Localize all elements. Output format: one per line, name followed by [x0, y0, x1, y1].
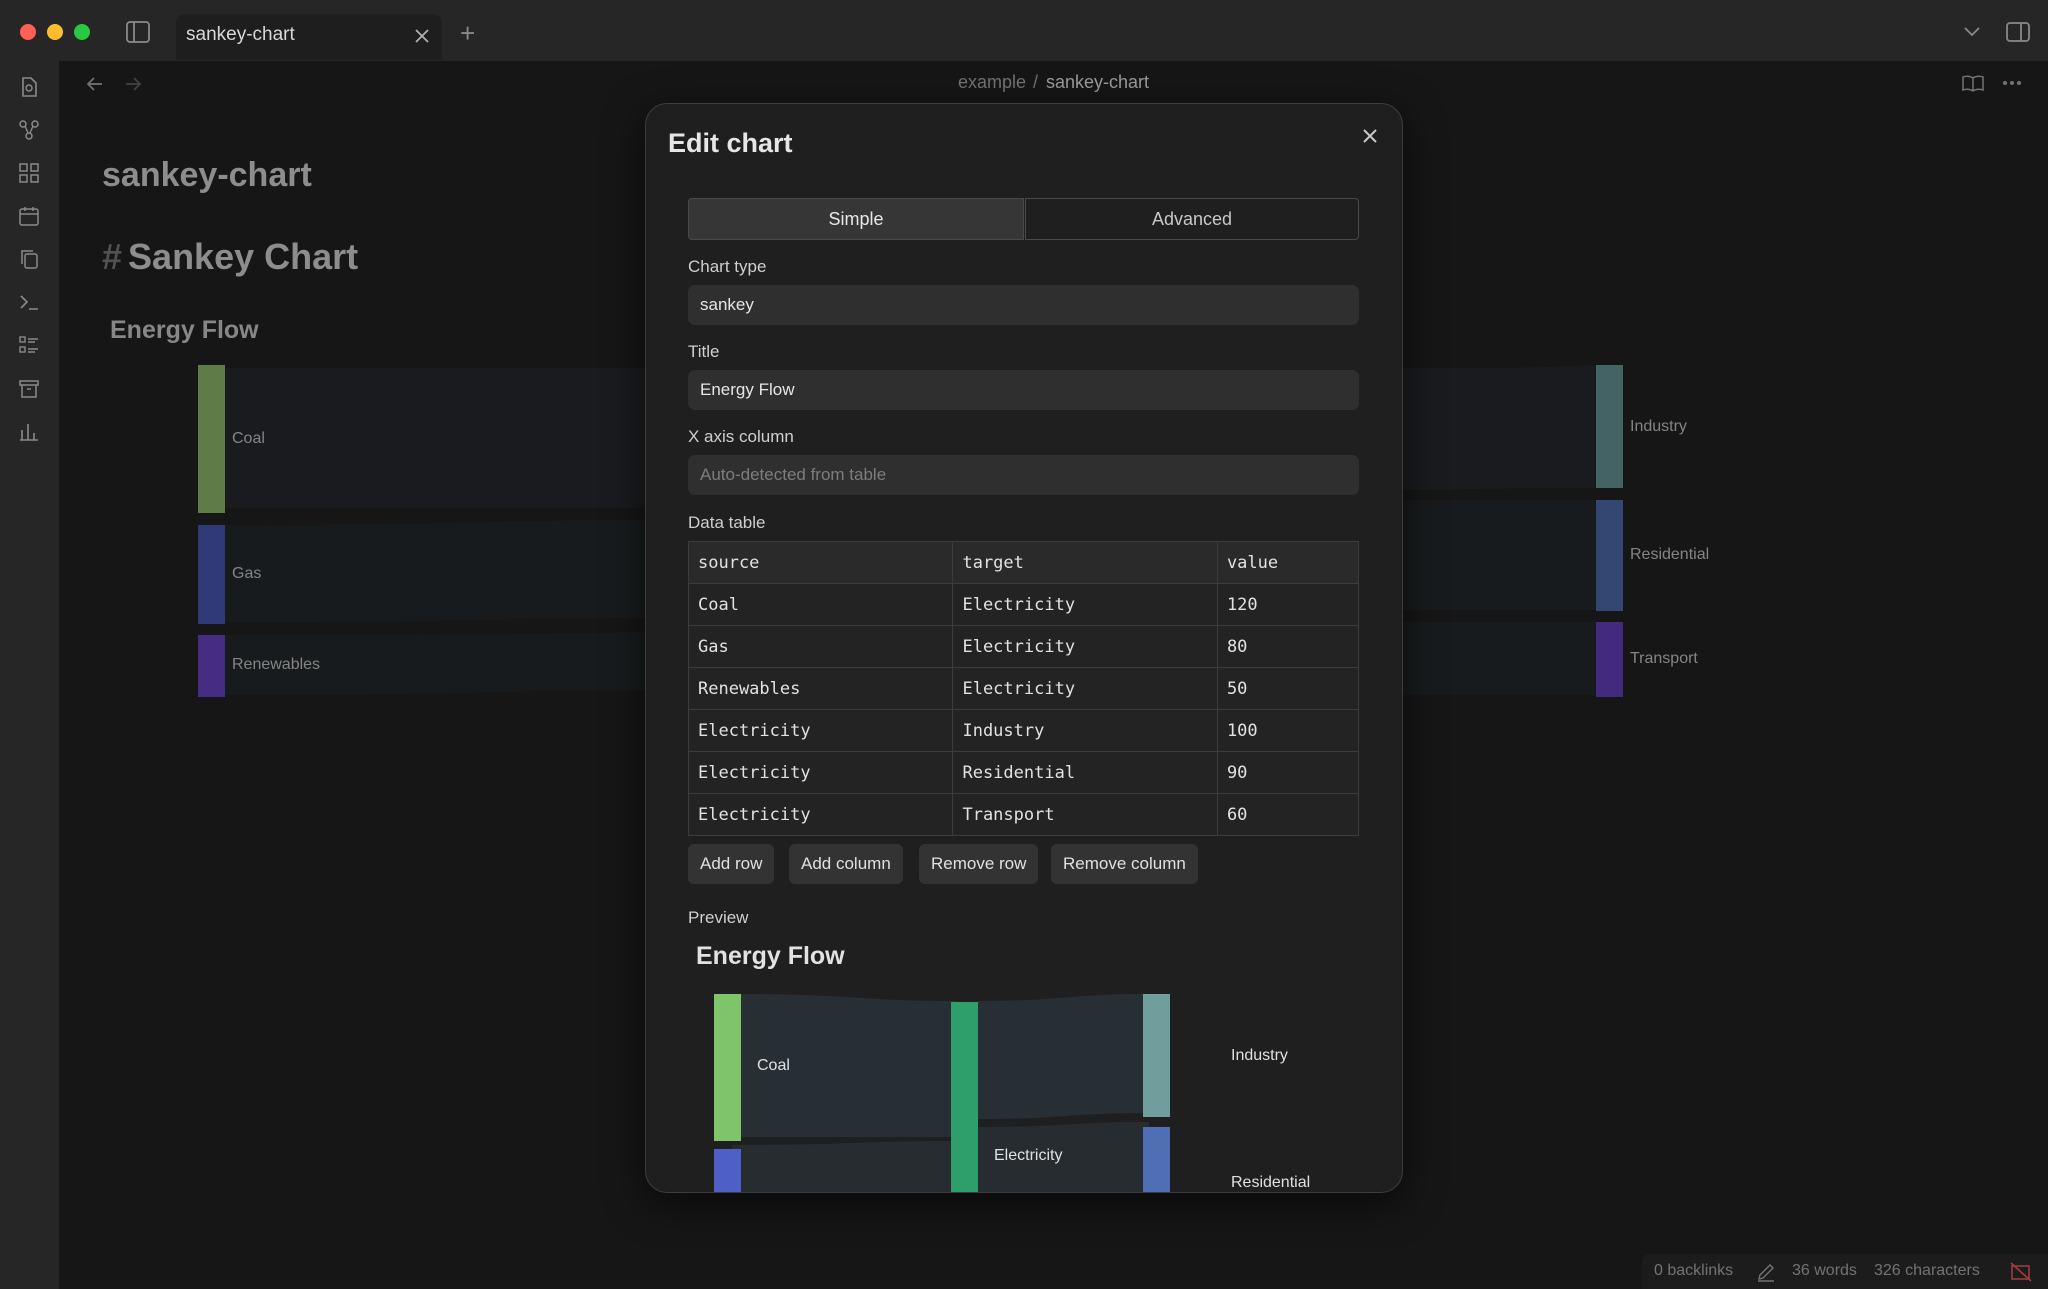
table-row: Electricity Industry 100	[687, 709, 1360, 752]
minimize-window-button[interactable]	[47, 24, 63, 40]
table-cell[interactable]: 120	[1216, 583, 1360, 626]
title-input[interactable]	[688, 370, 1359, 410]
graph-icon[interactable]	[18, 119, 40, 141]
remove-column-button[interactable]: Remove column	[1051, 844, 1198, 884]
table-cell[interactable]: Electricity	[687, 709, 954, 752]
close-window-button[interactable]	[20, 24, 36, 40]
add-column-button[interactable]: Add column	[789, 844, 903, 884]
preview-coal-node	[714, 994, 741, 1141]
table-row: Coal Electricity 120	[687, 583, 1360, 626]
title-label: Title	[688, 342, 720, 361]
table-cell[interactable]: Electricity	[687, 793, 954, 836]
copy-icon[interactable]	[18, 248, 40, 270]
table-cell[interactable]: 80	[1216, 625, 1360, 668]
list-icon[interactable]	[18, 334, 40, 356]
edit-chart-modal: Edit chart Simple Advanced Chart type Ti…	[645, 103, 1403, 1193]
data-table-label: Data table	[688, 513, 766, 532]
header-source[interactable]: source	[687, 541, 954, 584]
right-sidebar-toggle-icon[interactable]	[2006, 22, 2030, 42]
chart-type-input[interactable]	[688, 285, 1359, 325]
preview-label-residential: Residential	[1231, 1174, 1311, 1191]
preview-label-industry: Industry	[1231, 1047, 1288, 1064]
tab-simple[interactable]: Simple	[688, 198, 1024, 240]
terminal-icon[interactable]	[18, 291, 40, 313]
chart-type-label: Chart type	[688, 257, 767, 276]
x-axis-label: X axis column	[688, 427, 794, 446]
preview-label-electricity: Electricity	[994, 1147, 1063, 1164]
preview-label-coal: Coal	[757, 1057, 790, 1074]
close-icon[interactable]	[1356, 122, 1384, 150]
close-tab-icon[interactable]	[414, 28, 430, 44]
header-target[interactable]: target	[952, 541, 1218, 584]
table-cell[interactable]: Coal	[687, 583, 954, 626]
tab-advanced[interactable]: Advanced	[1025, 198, 1359, 240]
table-cell[interactable]: Transport	[952, 793, 1218, 836]
preview-residential-node	[1143, 1127, 1170, 1192]
calendar-icon[interactable]	[18, 205, 40, 227]
sidebar-toggle-icon[interactable]	[126, 21, 150, 43]
modal-title: Edit chart	[668, 128, 793, 158]
table-row: Renewables Electricity 50	[687, 667, 1360, 710]
preview-industry-node	[1143, 994, 1170, 1117]
data-table: source target value Coal Electricity 120 G…	[687, 541, 1360, 836]
table-cell[interactable]: Renewables	[687, 667, 954, 710]
table-header-row: source target value	[687, 541, 1360, 584]
table-row: Electricity Residential 90	[687, 751, 1360, 794]
table-cell[interactable]: 90	[1216, 751, 1360, 794]
left-ribbon	[0, 60, 59, 1289]
table-cell[interactable]: Residential	[952, 751, 1218, 794]
search-file-icon[interactable]	[18, 76, 40, 98]
add-row-button[interactable]: Add row	[688, 844, 775, 884]
table-row: Electricity Transport 60	[687, 793, 1360, 836]
table-cell[interactable]: Electricity	[952, 583, 1218, 626]
header-value[interactable]: value	[1216, 541, 1360, 584]
preview-electricity-node	[951, 1002, 978, 1192]
chevron-down-icon[interactable]	[1963, 26, 1981, 38]
preview-link-gas-electricity	[732, 1141, 957, 1192]
preview-chart-title: Energy Flow	[696, 942, 845, 970]
preview-gas-node	[714, 1149, 741, 1192]
table-cell[interactable]: 100	[1216, 709, 1360, 752]
table-cell[interactable]: Gas	[687, 625, 954, 668]
table-cell[interactable]: 60	[1216, 793, 1360, 836]
new-tab-button[interactable]: +	[460, 18, 475, 49]
preview-link-electricity-industry	[978, 994, 1149, 1119]
table-cell[interactable]: 50	[1216, 667, 1360, 710]
table-cell[interactable]: Electricity	[687, 751, 954, 794]
x-axis-input[interactable]	[688, 455, 1359, 495]
grid-icon[interactable]	[18, 162, 40, 184]
archive-icon[interactable]	[18, 377, 40, 399]
table-cell[interactable]: Electricity	[952, 667, 1218, 710]
table-cell[interactable]: Industry	[952, 709, 1218, 752]
table-cell[interactable]: Electricity	[952, 625, 1218, 668]
table-row: Gas Electricity 80	[687, 625, 1360, 668]
preview-label: Preview	[688, 908, 749, 927]
zoom-window-button[interactable]	[74, 24, 90, 40]
bar-chart-icon[interactable]	[18, 420, 40, 442]
tab-title: sankey-chart	[186, 24, 295, 45]
remove-row-button[interactable]: Remove row	[919, 844, 1039, 884]
